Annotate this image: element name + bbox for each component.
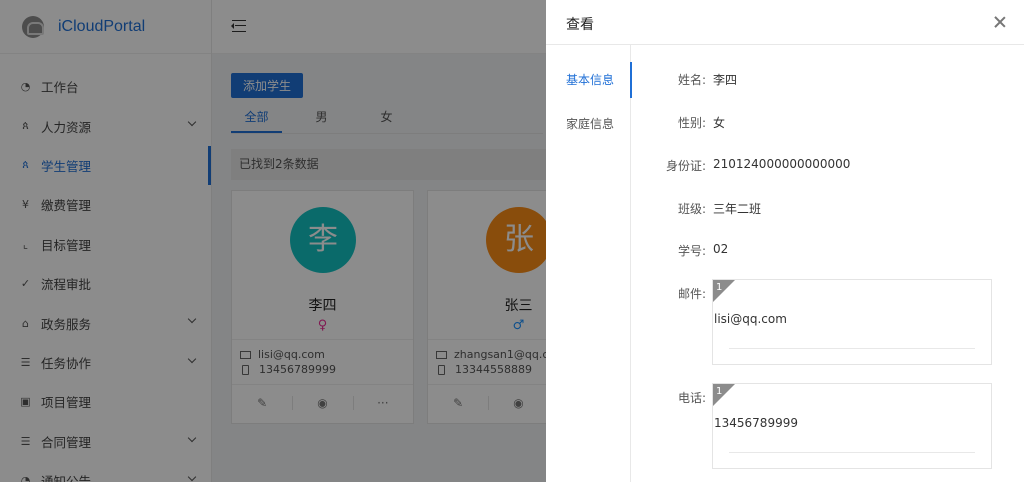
phone-value: 13456789999 bbox=[714, 416, 798, 430]
field-value: 李四 bbox=[713, 73, 738, 87]
field-value: 三年二班 bbox=[713, 202, 762, 216]
field-label: 性别: bbox=[677, 116, 706, 130]
field-value: 女 bbox=[713, 116, 726, 130]
divider bbox=[729, 452, 975, 453]
email-list-box: 1 lisi@qq.com bbox=[712, 279, 992, 365]
phone-list-box: 1 13456789999 bbox=[712, 383, 992, 469]
field-label: 学号: bbox=[677, 244, 706, 258]
view-drawer: 查看 基本信息 家庭信息 姓名: 李四 性别: 女 身份证: 210124000… bbox=[546, 0, 1024, 482]
divider bbox=[729, 348, 975, 349]
index-number: 1 bbox=[716, 282, 723, 293]
tab-family-info[interactable]: 家庭信息 bbox=[546, 106, 631, 142]
field-label: 姓名: bbox=[677, 73, 706, 87]
email-value: lisi@qq.com bbox=[714, 312, 787, 326]
field-label: 班级: bbox=[677, 202, 706, 216]
drawer-mask[interactable] bbox=[0, 0, 546, 482]
field-label: 电话: bbox=[677, 391, 706, 405]
tab-basic-info[interactable]: 基本信息 bbox=[546, 62, 632, 98]
field-label: 身份证: bbox=[665, 159, 706, 173]
drawer-tabs: 基本信息 家庭信息 bbox=[546, 45, 632, 482]
drawer-title: 查看 bbox=[566, 17, 594, 33]
field-label: 邮件: bbox=[677, 287, 706, 301]
field-value: 02 bbox=[713, 242, 729, 256]
index-number: 1 bbox=[716, 386, 723, 397]
field-value: 210124000000000000 bbox=[713, 157, 851, 171]
close-icon[interactable] bbox=[994, 16, 1006, 28]
drawer-header: 查看 bbox=[546, 0, 1024, 45]
